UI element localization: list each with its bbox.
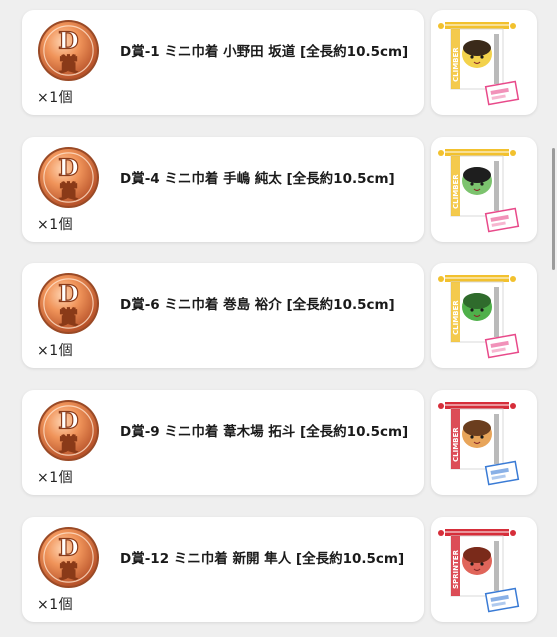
prize-row[interactable]: D 賞 D賞-6 ミニ巾着 巻島 裕介 [全長約10.5cm] ×1個 CLIM… [0, 263, 557, 368]
svg-text:CLIMBER: CLIMBER [452, 300, 460, 335]
prize-card[interactable]: D 賞 D賞-1 ミニ巾着 小野田 坂道 [全長約10.5cm] ×1個 [22, 10, 424, 115]
prize-thumbnail[interactable]: SPRINTER [431, 517, 537, 622]
prize-title: D賞-1 ミニ巾着 小野田 坂道 [全長約10.5cm] [120, 44, 409, 60]
svg-text:CLIMBER: CLIMBER [452, 427, 460, 462]
prize-card[interactable]: D 賞 D賞-9 ミニ巾着 葦木場 拓斗 [全長約10.5cm] ×1個 [22, 390, 424, 495]
prize-d-medal-icon: D 賞 [37, 19, 100, 82]
prize-quantity: ×1個 [37, 343, 74, 359]
svg-text:賞: 賞 [59, 307, 78, 329]
prize-quantity: ×1個 [37, 217, 74, 233]
prize-card[interactable]: D 賞 D賞-4 ミニ巾着 手嶋 純太 [全長約10.5cm] ×1個 [22, 137, 424, 242]
svg-text:D: D [58, 154, 78, 182]
drawstring-bag-image: CLIMBER [438, 22, 520, 106]
drawstring-bag-image: CLIMBER [438, 149, 520, 233]
prize-thumbnail[interactable]: CLIMBER [431, 390, 537, 495]
svg-text:D: D [58, 280, 78, 308]
prize-title: D賞-6 ミニ巾着 巻島 裕介 [全長約10.5cm] [120, 297, 395, 313]
svg-text:CLIMBER: CLIMBER [452, 47, 460, 82]
prize-quantity: ×1個 [37, 470, 74, 486]
drawstring-bag-image: CLIMBER [438, 275, 520, 359]
svg-text:賞: 賞 [59, 434, 78, 456]
drawstring-bag-image: SPRINTER [438, 529, 520, 613]
svg-text:賞: 賞 [59, 181, 78, 203]
svg-text:D: D [58, 407, 78, 435]
svg-text:SPRINTER: SPRINTER [452, 549, 460, 589]
prize-thumbnail[interactable]: CLIMBER [431, 263, 537, 368]
svg-text:賞: 賞 [59, 54, 78, 76]
prize-row[interactable]: D 賞 D賞-4 ミニ巾着 手嶋 純太 [全長約10.5cm] ×1個 CLIM… [0, 137, 557, 242]
prize-thumbnail[interactable]: CLIMBER [431, 137, 537, 242]
prize-row[interactable]: D 賞 D賞-1 ミニ巾着 小野田 坂道 [全長約10.5cm] ×1個 CLI… [0, 10, 557, 115]
prize-d-medal-icon: D 賞 [37, 526, 100, 589]
prize-card[interactable]: D 賞 D賞-12 ミニ巾着 新開 隼人 [全長約10.5cm] ×1個 [22, 517, 424, 622]
svg-text:D: D [58, 27, 78, 55]
prize-thumbnail[interactable]: CLIMBER [431, 10, 537, 115]
prize-d-medal-icon: D 賞 [37, 272, 100, 335]
drawstring-bag-image: CLIMBER [438, 402, 520, 486]
prize-quantity: ×1個 [37, 597, 74, 613]
prize-d-medal-icon: D 賞 [37, 399, 100, 462]
svg-text:賞: 賞 [59, 561, 78, 583]
prize-row[interactable]: D 賞 D賞-9 ミニ巾着 葦木場 拓斗 [全長約10.5cm] ×1個 CLI… [0, 390, 557, 495]
prize-title: D賞-12 ミニ巾着 新開 隼人 [全長約10.5cm] [120, 551, 405, 567]
prize-d-medal-icon: D 賞 [37, 146, 100, 209]
prize-title: D賞-9 ミニ巾着 葦木場 拓斗 [全長約10.5cm] [120, 424, 409, 440]
svg-text:CLIMBER: CLIMBER [452, 174, 460, 209]
prize-row[interactable]: D 賞 D賞-12 ミニ巾着 新開 隼人 [全長約10.5cm] ×1個 SPR… [0, 517, 557, 622]
prize-quantity: ×1個 [37, 90, 74, 106]
scrollbar[interactable] [552, 148, 555, 270]
prize-title: D賞-4 ミニ巾着 手嶋 純太 [全長約10.5cm] [120, 171, 395, 187]
prize-card[interactable]: D 賞 D賞-6 ミニ巾着 巻島 裕介 [全長約10.5cm] ×1個 [22, 263, 424, 368]
svg-text:D: D [58, 534, 78, 562]
